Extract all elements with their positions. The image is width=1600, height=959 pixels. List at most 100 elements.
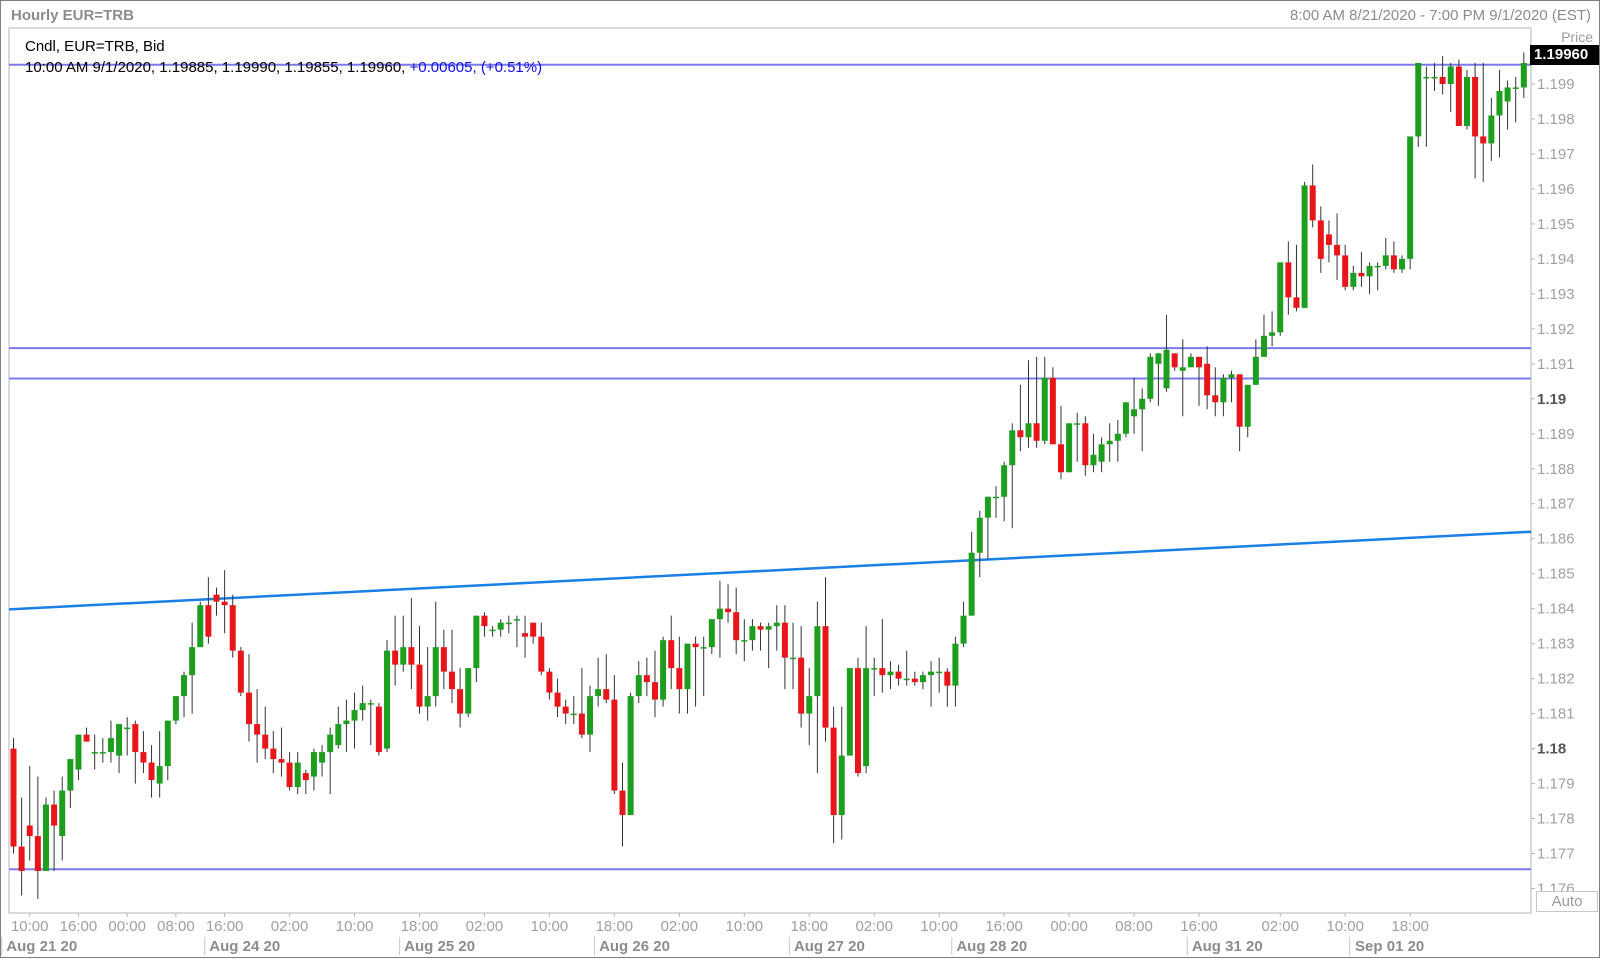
candle-body <box>1114 433 1121 441</box>
candle-body <box>197 605 204 648</box>
candle <box>822 577 829 742</box>
candle <box>51 790 58 872</box>
candle-body <box>416 664 423 707</box>
candle <box>578 668 585 739</box>
candle-body <box>733 612 740 641</box>
candle-body <box>846 668 853 756</box>
candle-body <box>1350 272 1357 287</box>
candle-body <box>1447 66 1454 84</box>
candle <box>400 615 407 672</box>
candle-body <box>270 748 277 760</box>
candle-body <box>384 650 391 749</box>
candle-body <box>1187 356 1194 368</box>
candle-body <box>1098 444 1105 462</box>
candle-body <box>1358 272 1365 277</box>
candle-body <box>237 650 244 693</box>
candle <box>1074 412 1081 462</box>
candle <box>262 706 269 760</box>
candle <box>359 685 366 721</box>
candle <box>1090 433 1097 473</box>
candle-body <box>505 622 512 625</box>
candle-body <box>107 738 114 753</box>
candle <box>1504 80 1511 130</box>
candle <box>871 657 878 697</box>
time-tick-label: 02:00 <box>271 918 309 935</box>
candle <box>132 720 139 784</box>
candle-body <box>1131 409 1138 417</box>
candle-body <box>1415 62 1422 137</box>
candle-body <box>1399 258 1406 270</box>
candle <box>554 678 561 718</box>
candle-body <box>651 682 658 700</box>
candle <box>1390 241 1397 273</box>
candle-body <box>1407 136 1414 259</box>
candle <box>237 647 244 697</box>
candle-body <box>1439 76 1446 84</box>
date-label: Aug 31 20 <box>1192 938 1263 955</box>
candle <box>1285 241 1292 315</box>
candle <box>1455 59 1462 126</box>
candle <box>830 706 837 844</box>
candle-body <box>400 647 407 665</box>
candle <box>1488 97 1495 161</box>
candle <box>619 762 626 847</box>
candle <box>335 706 342 749</box>
candle-body <box>1163 349 1170 389</box>
candle <box>1480 62 1487 182</box>
candle <box>213 587 220 616</box>
candle <box>562 699 569 725</box>
candle-body <box>643 675 650 683</box>
candle-body <box>1017 430 1024 438</box>
time-tick-label: 16:00 <box>60 918 98 935</box>
time-tick-label: 10:00 <box>920 918 958 935</box>
candle <box>1472 62 1479 179</box>
candle <box>497 619 504 637</box>
candle-body <box>968 552 975 616</box>
price-tick-label: 1.192 <box>1537 321 1575 338</box>
auto-scale-button[interactable]: Auto <box>1536 891 1598 912</box>
time-tick-label: 10:00 <box>726 918 764 935</box>
candle-body <box>1325 234 1332 245</box>
candle-body <box>262 734 269 749</box>
candle <box>1049 367 1056 445</box>
candle <box>773 605 780 651</box>
candle-body <box>343 720 350 725</box>
candle-body <box>1334 244 1341 256</box>
price-tick-label: 1.182 <box>1537 671 1575 688</box>
date-label: Aug 25 20 <box>404 938 475 955</box>
time-tick-label: 00:00 <box>108 918 146 935</box>
candle-body <box>26 825 33 837</box>
candle <box>1317 206 1324 273</box>
price-tick-label: 1.186 <box>1537 531 1575 548</box>
candle-body <box>408 647 415 665</box>
candle <box>700 636 707 697</box>
candle <box>1309 164 1316 228</box>
candlestick-chart[interactable]: 1.199 1.198 1.197 1.196 1.195 1.194 1.193 1.192… <box>1 1 1600 959</box>
candle <box>351 692 358 749</box>
candle <box>854 657 861 777</box>
candle <box>416 626 423 714</box>
candle-body <box>1236 374 1243 427</box>
time-tick-label: 16:00 <box>206 918 244 935</box>
candle-body <box>489 629 496 632</box>
candle <box>42 797 49 872</box>
candle-body <box>919 675 926 683</box>
candle-body <box>530 622 537 637</box>
candle-body <box>424 696 431 707</box>
candle-body <box>554 692 561 707</box>
candle <box>1009 423 1016 529</box>
candle <box>392 615 399 686</box>
price-tick-label: 1.195 <box>1537 216 1575 233</box>
candle <box>879 619 886 693</box>
date-label: Aug 21 20 <box>6 938 77 955</box>
candle-body <box>1147 356 1154 399</box>
candle <box>928 661 935 707</box>
candle-body <box>440 647 447 672</box>
time-tick-label: 18:00 <box>790 918 828 935</box>
candle <box>221 570 228 634</box>
candle <box>603 654 610 704</box>
time-tick-label: 02:00 <box>466 918 504 935</box>
candle-body <box>798 657 805 714</box>
candle-body <box>124 727 131 730</box>
legend-series: Cndl, EUR=TRB, Bid <box>25 38 165 55</box>
